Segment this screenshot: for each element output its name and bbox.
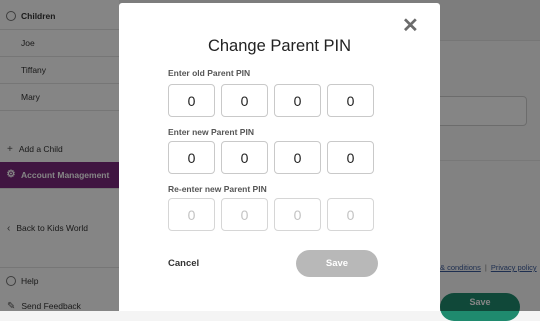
reenter-pin-digit[interactable]: 0 [274, 198, 321, 231]
modal-title: Change Parent PIN [207, 37, 352, 55]
cancel-button[interactable]: Cancel [168, 258, 199, 269]
reenter-pin-digit[interactable]: 0 [168, 198, 215, 231]
new-pin-digit[interactable]: 0 [168, 141, 215, 174]
reenter-pin-row: 0 0 0 0 [168, 198, 374, 231]
reenter-pin-label: Re-enter new Parent PIN [168, 184, 267, 194]
save-button[interactable]: Save [296, 250, 378, 277]
old-pin-label: Enter old Parent PIN [168, 68, 251, 78]
old-pin-digit[interactable]: 0 [221, 84, 268, 117]
old-pin-digit[interactable]: 0 [274, 84, 321, 117]
old-pin-row: 0 0 0 0 [168, 84, 374, 117]
new-pin-digit[interactable]: 0 [274, 141, 321, 174]
old-pin-digit[interactable]: 0 [168, 84, 215, 117]
reenter-pin-digit[interactable]: 0 [327, 198, 374, 231]
new-pin-row: 0 0 0 0 [168, 141, 374, 174]
change-pin-modal: ✕ Change Parent PIN Enter old Parent PIN… [119, 3, 440, 311]
close-icon[interactable]: ✕ [402, 16, 419, 36]
new-pin-digit[interactable]: 0 [327, 141, 374, 174]
new-pin-label: Enter new Parent PIN [168, 127, 254, 137]
new-pin-digit[interactable]: 0 [221, 141, 268, 174]
old-pin-digit[interactable]: 0 [327, 84, 374, 117]
reenter-pin-digit[interactable]: 0 [221, 198, 268, 231]
